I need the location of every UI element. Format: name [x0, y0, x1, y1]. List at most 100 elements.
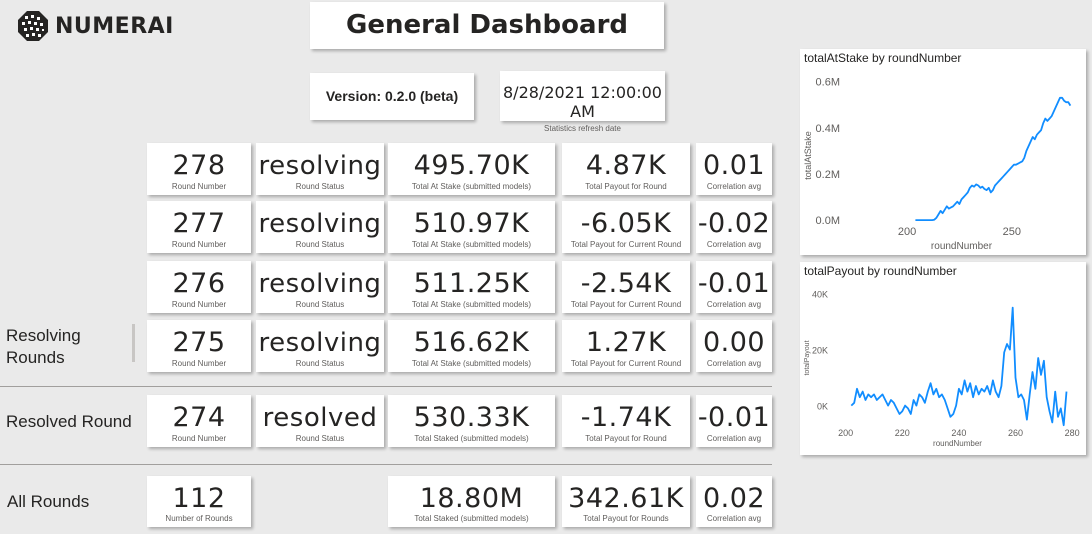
kpi-value: -6.05K [580, 208, 672, 239]
kpi-caption: Correlation avg [706, 434, 762, 443]
numerai-logo-icon [17, 10, 49, 42]
all-rounds-count-card: 112 Number of Rounds [147, 476, 251, 527]
kpi-caption: Total Payout for Round [585, 434, 667, 443]
section-separator-2 [0, 464, 772, 465]
kpi-value: resolving [258, 328, 382, 358]
x-tick-label: 280 [1065, 428, 1080, 438]
payout-line-chart: 0K 20K 40K 200 220 240 260 280 roundNumber totalP… [804, 290, 1080, 448]
kpi-caption: Round Number [171, 182, 227, 191]
kpi-caption: Correlation avg [706, 514, 762, 523]
x-tick-label: 260 [1008, 428, 1023, 438]
kpi-value: 0.00 [702, 327, 766, 358]
round-status-card: resolving Round Status [256, 320, 384, 372]
kpi-caption: Round Number [171, 300, 227, 309]
kpi-caption: Round Status [295, 300, 345, 309]
y-axis-label: totalAtStake [803, 131, 813, 180]
payout-chart-card[interactable]: totalPayout by roundNumber 0K 20K 40K 200 22… [800, 262, 1086, 455]
kpi-value: 278 [172, 150, 226, 181]
kpi-caption: Total At Stake (submitted models) [411, 300, 532, 309]
kpi-value: 510.97K [413, 208, 530, 239]
round-number-card: 276 Round Number [147, 261, 251, 313]
brand-logo: NUMERAI [17, 10, 174, 42]
kpi-value: 112 [172, 483, 226, 514]
kpi-value: resolving [258, 209, 382, 239]
kpi-value: 516.62K [413, 327, 530, 358]
kpi-caption: Total At Stake (submitted models) [411, 182, 532, 191]
total-payout-card: -1.74K Total Payout for Round [562, 395, 690, 447]
correlation-card: -0.02 Correlation avg [696, 201, 772, 253]
round-status-card: resolved Round Status [256, 395, 384, 447]
total-stake-card: 495.70K Total At Stake (submitted models) [388, 143, 555, 195]
page-title: General Dashboard [310, 2, 664, 49]
y-tick-label: 0K [817, 402, 828, 412]
kpi-caption: Round Status [295, 359, 345, 368]
kpi-caption: Total Staked (submitted models) [414, 434, 529, 443]
round-number-card: 275 Round Number [147, 320, 251, 372]
kpi-caption: Correlation avg [706, 300, 762, 309]
kpi-value: -2.54K [580, 268, 672, 299]
total-payout-card: -6.05K Total Payout for Current Round [562, 201, 690, 253]
x-tick-label: 240 [951, 428, 966, 438]
x-tick-label: 200 [898, 226, 916, 238]
kpi-value: -0.01 [697, 402, 771, 433]
kpi-caption: Number of Rounds [165, 514, 233, 523]
y-tick-label: 0.4M [816, 123, 840, 135]
x-tick-label: 250 [1003, 226, 1021, 238]
kpi-caption: Total Payout for Current Round [570, 359, 682, 368]
correlation-card: -0.01 Correlation avg [696, 395, 772, 447]
kpi-caption: Total Payout for Current Round [570, 240, 682, 249]
x-axis-label: roundNumber [931, 241, 993, 252]
correlation-card: 0.00 Correlation avg [696, 320, 772, 372]
y-axis-label: totalPayout [804, 340, 811, 375]
total-payout-card: 1.27K Total Payout for Current Round [562, 320, 690, 372]
kpi-caption: Correlation avg [706, 359, 762, 368]
x-tick-label: 200 [838, 428, 853, 438]
version-label: Version: 0.2.0 (beta) [310, 73, 474, 120]
kpi-value: 495.70K [413, 150, 530, 181]
total-payout-card: 4.87K Total Payout for Round [562, 143, 690, 195]
y-tick-label: 0.0M [816, 215, 840, 227]
series-line-0 [850, 306, 1068, 427]
stake-chart-card[interactable]: totalAtStake by roundNumber 0.0M 0.2M 0.4M… [800, 49, 1086, 255]
round-number-card: 277 Round Number [147, 201, 251, 253]
kpi-caption: Round Status [295, 182, 345, 191]
all-rounds-staked-card: 18.80M Total Staked (submitted models) [388, 476, 555, 527]
kpi-value: -0.02 [697, 208, 771, 239]
total-stake-card: 516.62K Total At Stake (submitted models) [388, 320, 555, 372]
kpi-value: 0.01 [702, 150, 766, 181]
kpi-caption: Round Number [171, 359, 227, 368]
section-resolved-round: Resolved Round [6, 412, 132, 431]
correlation-card: -0.01 Correlation avg [696, 261, 772, 313]
kpi-caption: Total Staked (submitted models) [414, 514, 529, 523]
kpi-caption: Total At Stake (submitted models) [411, 359, 532, 368]
kpi-value: 0.02 [702, 483, 766, 514]
x-tick-label: 220 [895, 428, 910, 438]
all-rounds-payout-card: 342.61K Total Payout for Rounds [562, 476, 690, 527]
refresh-date-caption: Statistics refresh date [544, 124, 621, 133]
all-rounds-corr-card: 0.02 Correlation avg [696, 476, 772, 527]
round-status-card: resolving Round Status [256, 261, 384, 313]
section-separator-1 [0, 386, 772, 387]
round-number-card: 274 Round Number [147, 395, 251, 447]
kpi-value: 276 [172, 268, 226, 299]
kpi-value: 511.25K [413, 268, 530, 299]
kpi-value: resolving [258, 269, 382, 299]
y-tick-label: 20K [812, 346, 828, 356]
section-resolving-label: Resolving Rounds [6, 326, 81, 368]
section-all-rounds: All Rounds [7, 492, 90, 511]
kpi-value: 1.27K [585, 327, 667, 358]
brand-name: NUMERAI [55, 13, 174, 39]
section-divider-bar [132, 324, 135, 362]
kpi-caption: Correlation avg [706, 182, 762, 191]
x-axis-label: roundNumber [933, 439, 982, 448]
kpi-value: 274 [172, 402, 226, 433]
kpi-value: 530.33K [413, 402, 530, 433]
kpi-caption: Correlation avg [706, 240, 762, 249]
section-resolving-rounds: Resolving Rounds [6, 325, 126, 369]
kpi-value: 277 [172, 208, 226, 239]
total-stake-card: 511.25K Total At Stake (submitted models) [388, 261, 555, 313]
correlation-card: 0.01 Correlation avg [696, 143, 772, 195]
kpi-value: resolving [258, 151, 382, 181]
refresh-date: 8/28/2021 12:00:00 AM [503, 83, 662, 121]
y-tick-label: 40K [812, 290, 828, 300]
